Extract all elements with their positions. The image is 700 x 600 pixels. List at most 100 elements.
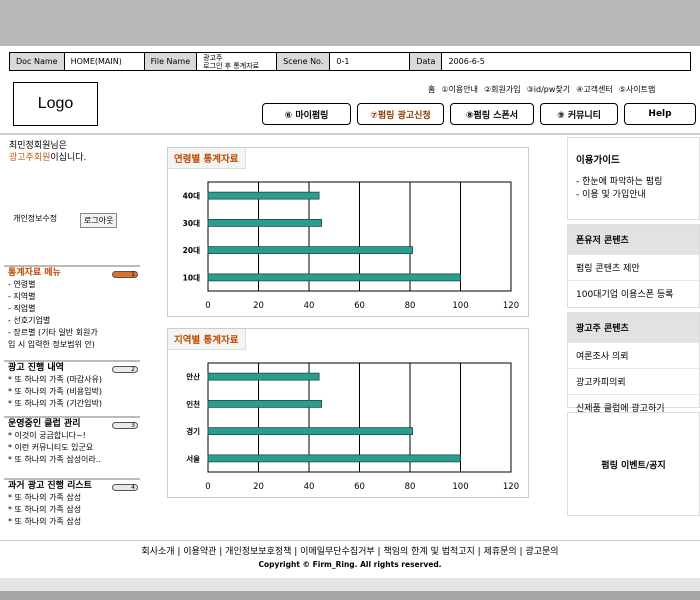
bar (207, 454, 461, 463)
x-tick-label: 120 (503, 301, 519, 311)
util-sitemap-link[interactable]: ⑤사이트맵 (619, 84, 656, 95)
y-category-label: 10대 (183, 272, 200, 282)
util-guide-link[interactable]: ①이용안내 (441, 84, 478, 95)
nav-community-button[interactable]: ⑨ 커뮤니티 (540, 103, 618, 125)
list-item[interactable]: * 이것이 궁금합니다~! (8, 430, 140, 442)
x-tick-label: 80 (405, 301, 416, 311)
ad-copy-request-link[interactable]: 광고카피의뢰 (568, 368, 699, 394)
bottom-line (0, 591, 700, 600)
x-tick-label: 100 (452, 482, 468, 492)
advertiser-title: 광고주 콘텐츠 (568, 313, 699, 342)
nav-ad-request-button[interactable]: ⑦펌링 광고신청 (357, 103, 444, 125)
y-category-label: 40대 (183, 191, 200, 201)
util-join-link[interactable]: ②회원가입 (484, 84, 521, 95)
guide-section: 이용가이드 - 한눈에 파악하는 펌링 - 이용 및 가입안내 (567, 137, 700, 220)
list-item[interactable]: * 또 하나의 가족 삼성 (8, 492, 140, 504)
list-item[interactable]: * 또 하나의 가족 삼성 (8, 504, 140, 516)
box-number-badge: 1 (112, 271, 138, 278)
y-category-label: 30대 (183, 218, 200, 228)
menu-item-company[interactable]: - 선호기업별 (8, 315, 140, 327)
event-notice-section[interactable]: 펌링 이벤트/공지 (567, 412, 700, 516)
guide-title: 이용가이드 (576, 155, 620, 166)
footer: 회사소개 | 이용약관 | 개인정보보호정책 | 이메일무단수집거부 | 책임의… (0, 540, 700, 571)
y-category-label: 서울 (186, 453, 200, 463)
scene-label: Scene No. (277, 53, 331, 70)
greeting-line1: 최민정회원님은 (9, 141, 67, 151)
site-logo[interactable]: Logo (13, 82, 98, 126)
x-tick-label: 0 (205, 301, 210, 311)
x-tick-label: 40 (304, 301, 315, 311)
doc-name-label: Doc Name (10, 53, 65, 70)
ad-progress-box: 광고 진행 내역 2 * 또 하나의 가족 (마감사유) * 또 하나의 가족 … (4, 360, 140, 416)
bar (207, 372, 320, 381)
region-bar-chart: 0 20 40 60 80 100 120 안산인천경기서울 (186, 362, 519, 492)
data-value: 2006-6-5 (448, 57, 485, 66)
age-chart-panel: 연령별 통계자료 0 20 40 60 80 100 120 40대 30대 20대 10대 (167, 147, 529, 317)
footer-links[interactable]: 회사소개 | 이용약관 | 개인정보보호정책 | 이메일무단수집거부 | 책임의… (0, 544, 700, 557)
x-tick-label: 60 (354, 301, 365, 311)
menu-item-region[interactable]: - 지역별 (8, 291, 140, 303)
guide-link-overview[interactable]: - 한눈에 파악하는 펌링 (568, 176, 699, 189)
util-customer-center-link[interactable]: ④고객센터 (576, 84, 613, 95)
region-chart-panel: 지역별 통계자료 0 20 40 60 80 100 120 안산 인천 경기 서울 (167, 328, 529, 498)
x-tick-label: 0 (205, 482, 210, 492)
top100-sponsor-link[interactable]: 100대기업 이용스폰 등록 (568, 280, 699, 306)
phone-user-section: 폰유저 콘텐츠 펌링 콘텐츠 제안 100대기업 이용스폰 등록 (567, 224, 700, 308)
file-name-label: File Name (144, 53, 198, 70)
doc-info-bar: Doc Name HOME(MAIN) File Name 광고주 로그인 후 … (9, 52, 691, 71)
y-category-label: 20대 (183, 245, 200, 255)
guide-link-join[interactable]: - 이용 및 가입안내 (568, 189, 699, 202)
copyright-text: Copyright © Firm_Ring. All rights reserv… (258, 560, 442, 569)
list-item[interactable]: * 또 하나의 가족 (기간입박) (8, 398, 140, 410)
member-type: 광고주회원 (9, 153, 51, 163)
bar (207, 191, 320, 200)
event-notice-title: 펌링 이벤트/공지 (601, 460, 666, 471)
age-bar-chart: 0 20 40 60 80 100 120 40대 30대 20대 10대 (183, 181, 519, 311)
list-item[interactable]: * 또 하나의 가족 삼성 (8, 516, 140, 528)
advertiser-section: 광고주 콘텐츠 여론조사 의뢰 광고카피의뢰 신제품 클럽에 광고하기 (567, 312, 700, 414)
file-name-value: 광고주 로그인 후 통계자료 (197, 53, 278, 70)
content-suggest-link[interactable]: 펌링 콘텐츠 제안 (568, 254, 699, 280)
scene-value: 0-1 (330, 53, 411, 70)
x-tick-label: 80 (405, 482, 416, 492)
y-category-label: 인천 (186, 399, 200, 409)
past-ads-box: 과거 광고 진행 리스트 4 * 또 하나의 가족 삼성 * 또 하나의 가족 … (4, 478, 140, 536)
util-home-link[interactable]: 홈 (428, 84, 435, 95)
greeting-suffix: 이십니다. (50, 153, 87, 163)
edit-profile-link[interactable]: 개인정보수정 (13, 213, 57, 224)
menu-item-job[interactable]: - 직업별 (8, 303, 140, 315)
util-find-idpw-link[interactable]: ③id/pw찾기 (527, 84, 571, 95)
nav-sponsor-button[interactable]: ⑧펌링 스폰서 (450, 103, 534, 125)
list-item[interactable]: * 또 하나의 가족 삼성이라.. (8, 454, 140, 466)
utility-nav: 홈 ①이용안내 ②회원가입 ③id/pw찾기 ④고객센터 ⑤사이트맵 (428, 84, 655, 95)
box-number-badge: 4 (112, 484, 138, 491)
top-gray-bar (0, 0, 700, 46)
y-category-label: 안산 (186, 372, 200, 382)
box-number-badge: 3 (112, 422, 138, 429)
y-category-label: 경기 (186, 426, 200, 436)
bar (207, 427, 413, 436)
list-item[interactable]: * 또 하나의 가족 (비용입박) (8, 386, 140, 398)
menu-item-age[interactable]: - 연령별 (8, 279, 140, 291)
nav-help-button[interactable]: Help (624, 103, 696, 125)
x-tick-label: 20 (253, 301, 264, 311)
box-number-badge: 2 (112, 366, 138, 373)
club-manage-box: 운영중인 클럽 관리 3 * 이것이 궁금합니다~! * 이런 커뮤니티도 있군… (4, 416, 140, 476)
logout-button[interactable]: 로그아웃 (80, 213, 118, 228)
file-name-line2: 로그인 후 통계자료 (203, 61, 260, 70)
menu-item-genre[interactable]: - 장르별 (기타 일반 회원가 (8, 327, 140, 339)
stats-menu-box: 통계자료 메뉴 1 - 연령별 - 지역별 - 직업별 - 선호기업별 - 장르… (4, 265, 140, 360)
phone-user-title: 폰유저 콘텐츠 (568, 225, 699, 254)
list-item[interactable]: * 이런 커뮤니티도 있군요 (8, 442, 140, 454)
x-tick-label: 120 (503, 482, 519, 492)
file-name-line1: 광고주 (203, 53, 223, 62)
nav-my-firmring-button[interactable]: ⑥ 마이펌링 (262, 103, 351, 125)
bar (207, 399, 323, 408)
x-tick-label: 60 (354, 482, 365, 492)
greeting: 최민정회원님은 광고주회원이십니다. (9, 140, 86, 164)
bar (207, 218, 323, 227)
poll-request-link[interactable]: 여론조사 의뢰 (568, 342, 699, 368)
list-item[interactable]: * 또 하나의 가족 (마감사유) (8, 374, 140, 386)
x-tick-label: 100 (452, 301, 468, 311)
bar (207, 273, 461, 282)
